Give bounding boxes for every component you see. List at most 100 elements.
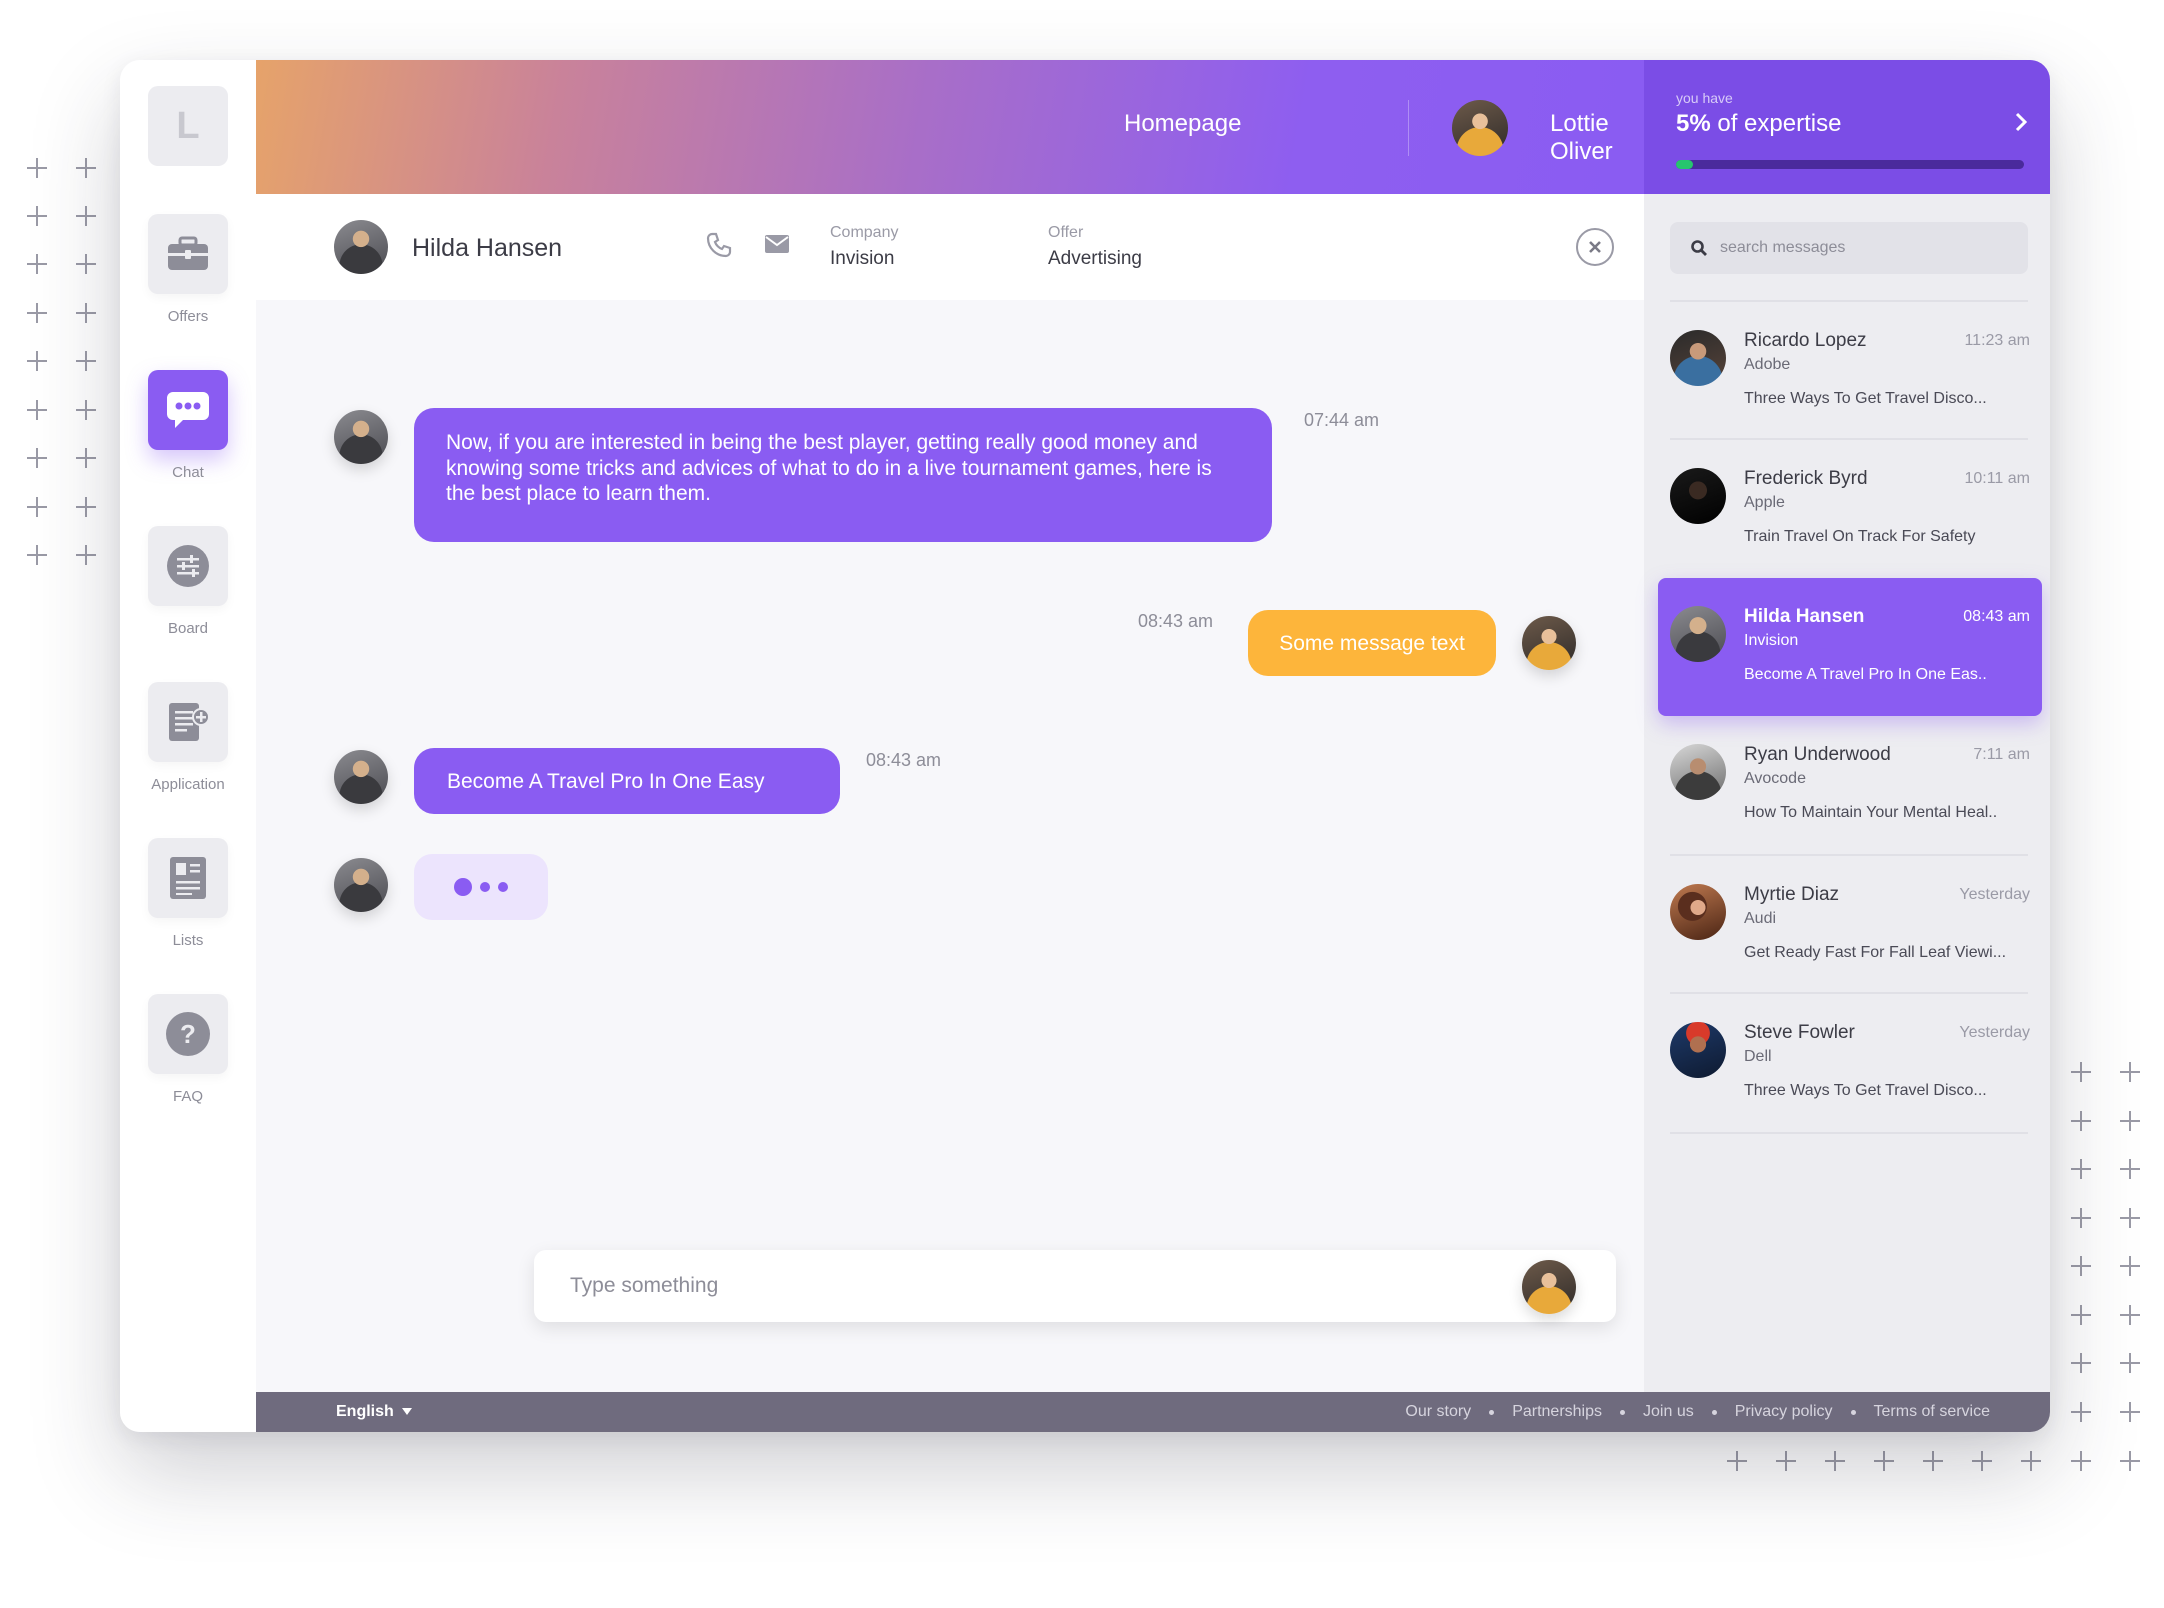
briefcase-icon (148, 214, 228, 294)
message-avatar (334, 750, 388, 804)
sidebar-item-chat[interactable]: Chat (120, 370, 256, 481)
conversation-item[interactable]: Ricardo Lopez Adobe 11:23 am Three Ways … (1658, 302, 2042, 440)
conversation-item[interactable]: Frederick Byrd Apple 10:11 am Train Trav… (1658, 440, 2042, 578)
list-divider (1670, 1132, 2028, 1134)
message-avatar (1522, 616, 1576, 670)
composer-avatar (1522, 1260, 1576, 1314)
message-composer (534, 1250, 1616, 1322)
app-window: L Offers Chat Board Application Lists ? … (120, 60, 2050, 1432)
conversation-item[interactable]: Steve Fowler Dell Yesterday Three Ways T… (1658, 994, 2042, 1132)
homepage-link[interactable]: Homepage (1124, 110, 1241, 138)
footer-links: Our story Partnerships Join us Privacy p… (1405, 1403, 1990, 1421)
conversation-preview: Get Ready Fast For Fall Leaf Viewi... (1744, 944, 2007, 961)
app-logo[interactable]: L (148, 86, 228, 166)
conversation-time: Yesterday (1959, 1024, 2030, 1041)
expertise-caption: you have (1676, 90, 1733, 106)
expertise-percent: 5% (1676, 110, 1711, 137)
phone-icon[interactable] (706, 232, 732, 263)
top-header: Homepage Lottie Oliver (256, 60, 1744, 194)
footer-link-join-us[interactable]: Join us (1643, 1403, 1694, 1421)
question-icon: ? (148, 994, 228, 1074)
sidebar-item-label: Offers (167, 308, 209, 325)
conversation-company: Adobe (1744, 356, 1791, 373)
sidebar-item-offers[interactable]: Offers (120, 214, 256, 325)
footer: English Our story Partnerships Join us P… (256, 1392, 2050, 1432)
search-icon (1690, 239, 1708, 262)
conversation-time: 08:43 am (1963, 608, 2030, 625)
close-icon[interactable] (1576, 228, 1614, 266)
conversation-time: 7:11 am (1973, 746, 2030, 763)
message-avatar (334, 858, 388, 912)
conversation-avatar (1670, 330, 1726, 386)
message-input[interactable] (570, 1270, 1470, 1302)
conversation-avatar (1670, 606, 1726, 662)
footer-link-terms-of-service[interactable]: Terms of service (1874, 1403, 1990, 1421)
sidebar-item-application[interactable]: Application (120, 682, 256, 793)
conversation-company: Invision (1744, 632, 1799, 649)
chat-bubble-icon (148, 370, 228, 450)
user-avatar[interactable] (1452, 100, 1508, 156)
sidebar-item-label: FAQ (172, 1088, 203, 1105)
dot-separator (1620, 1409, 1626, 1415)
conversation-preview: Three Ways To Get Travel Disco... (1744, 390, 1987, 407)
conversation-name: Hilda Hansen (1744, 606, 1865, 627)
message-time: 08:43 am (1138, 611, 1214, 631)
message-bubble: Now, if you are interested in being the … (414, 408, 1272, 542)
expertise-progress-bar (1676, 160, 2024, 169)
sidebar-item-label: Application (151, 776, 225, 793)
sidebar-item-label: Board (167, 620, 209, 637)
offer-label: Offer (1048, 224, 1084, 241)
conversation-name: Steve Fowler (1744, 1022, 1855, 1043)
conversation-company: Dell (1744, 1048, 1772, 1065)
mail-icon[interactable] (764, 234, 790, 259)
conversation-preview: Train Travel On Track For Safety (1744, 528, 1976, 545)
conversation-name: Ricardo Lopez (1744, 330, 1867, 351)
footer-link-partnerships[interactable]: Partnerships (1512, 1403, 1602, 1421)
offer-value: Advertising (1048, 248, 1142, 269)
footer-link-our-story[interactable]: Our story (1405, 1403, 1471, 1421)
sidebar: L Offers Chat Board Application Lists ? … (120, 60, 256, 1432)
dot-separator (1850, 1409, 1856, 1415)
contact-avatar[interactable] (334, 220, 388, 274)
message-time: 07:44 am (1304, 410, 1380, 430)
search-input[interactable] (1720, 236, 2010, 260)
conversation-company: Apple (1744, 494, 1785, 511)
conversation-company: Audi (1744, 910, 1777, 927)
sidebar-item-board[interactable]: Board (120, 526, 256, 637)
stage: L Offers Chat Board Application Lists ? … (0, 0, 2164, 1608)
typing-dot (498, 882, 508, 892)
expertise-panel[interactable]: you have 5% of expertise (1644, 60, 2050, 194)
conversation-item-active[interactable]: Hilda Hansen Invision 08:43 am Become A … (1658, 578, 2042, 716)
conversation-panel: Ricardo Lopez Adobe 11:23 am Three Ways … (1644, 194, 2050, 1392)
conversation-time: 10:11 am (1964, 470, 2030, 487)
typing-dot (480, 882, 490, 892)
conversation-avatar (1670, 1022, 1726, 1078)
conversation-avatar (1670, 884, 1726, 940)
dot-separator (1711, 1409, 1717, 1415)
contact-list-icon (148, 838, 228, 918)
conversation-preview: Three Ways To Get Travel Disco... (1744, 1082, 1987, 1099)
conversation-name: Ryan Underwood (1744, 744, 1891, 765)
conversation-item[interactable]: Ryan Underwood Avocode 7:11 am How To Ma… (1658, 716, 2042, 854)
conversation-name: Frederick Byrd (1744, 468, 1868, 489)
dot-separator (1489, 1409, 1495, 1415)
caret-down-icon[interactable] (402, 1408, 412, 1415)
search-box (1670, 222, 2028, 274)
footer-link-privacy-policy[interactable]: Privacy policy (1735, 1403, 1833, 1421)
conversation-time: 11:23 am (1964, 332, 2030, 349)
sidebar-item-lists[interactable]: Lists (120, 838, 256, 949)
expertise-progress-fill (1676, 160, 1694, 169)
company-label: Company (830, 224, 899, 241)
document-add-icon (148, 682, 228, 762)
conversation-company: Avocode (1744, 770, 1806, 787)
chevron-right-icon[interactable] (2014, 111, 2028, 139)
user-name[interactable]: Lottie Oliver (1550, 110, 1644, 166)
language-selector[interactable]: English (336, 1403, 394, 1421)
header-divider (1408, 100, 1409, 156)
contact-name: Hilda Hansen (412, 234, 563, 262)
message-bubble: Some message text (1248, 610, 1496, 676)
conversation-item[interactable]: Myrtie Diaz Audi Yesterday Get Ready Fas… (1658, 856, 2042, 994)
svg-text:?: ? (180, 1019, 196, 1049)
sidebar-item-faq[interactable]: ? FAQ (120, 994, 256, 1105)
conversation-preview: How To Maintain Your Mental Heal.. (1744, 804, 1998, 821)
